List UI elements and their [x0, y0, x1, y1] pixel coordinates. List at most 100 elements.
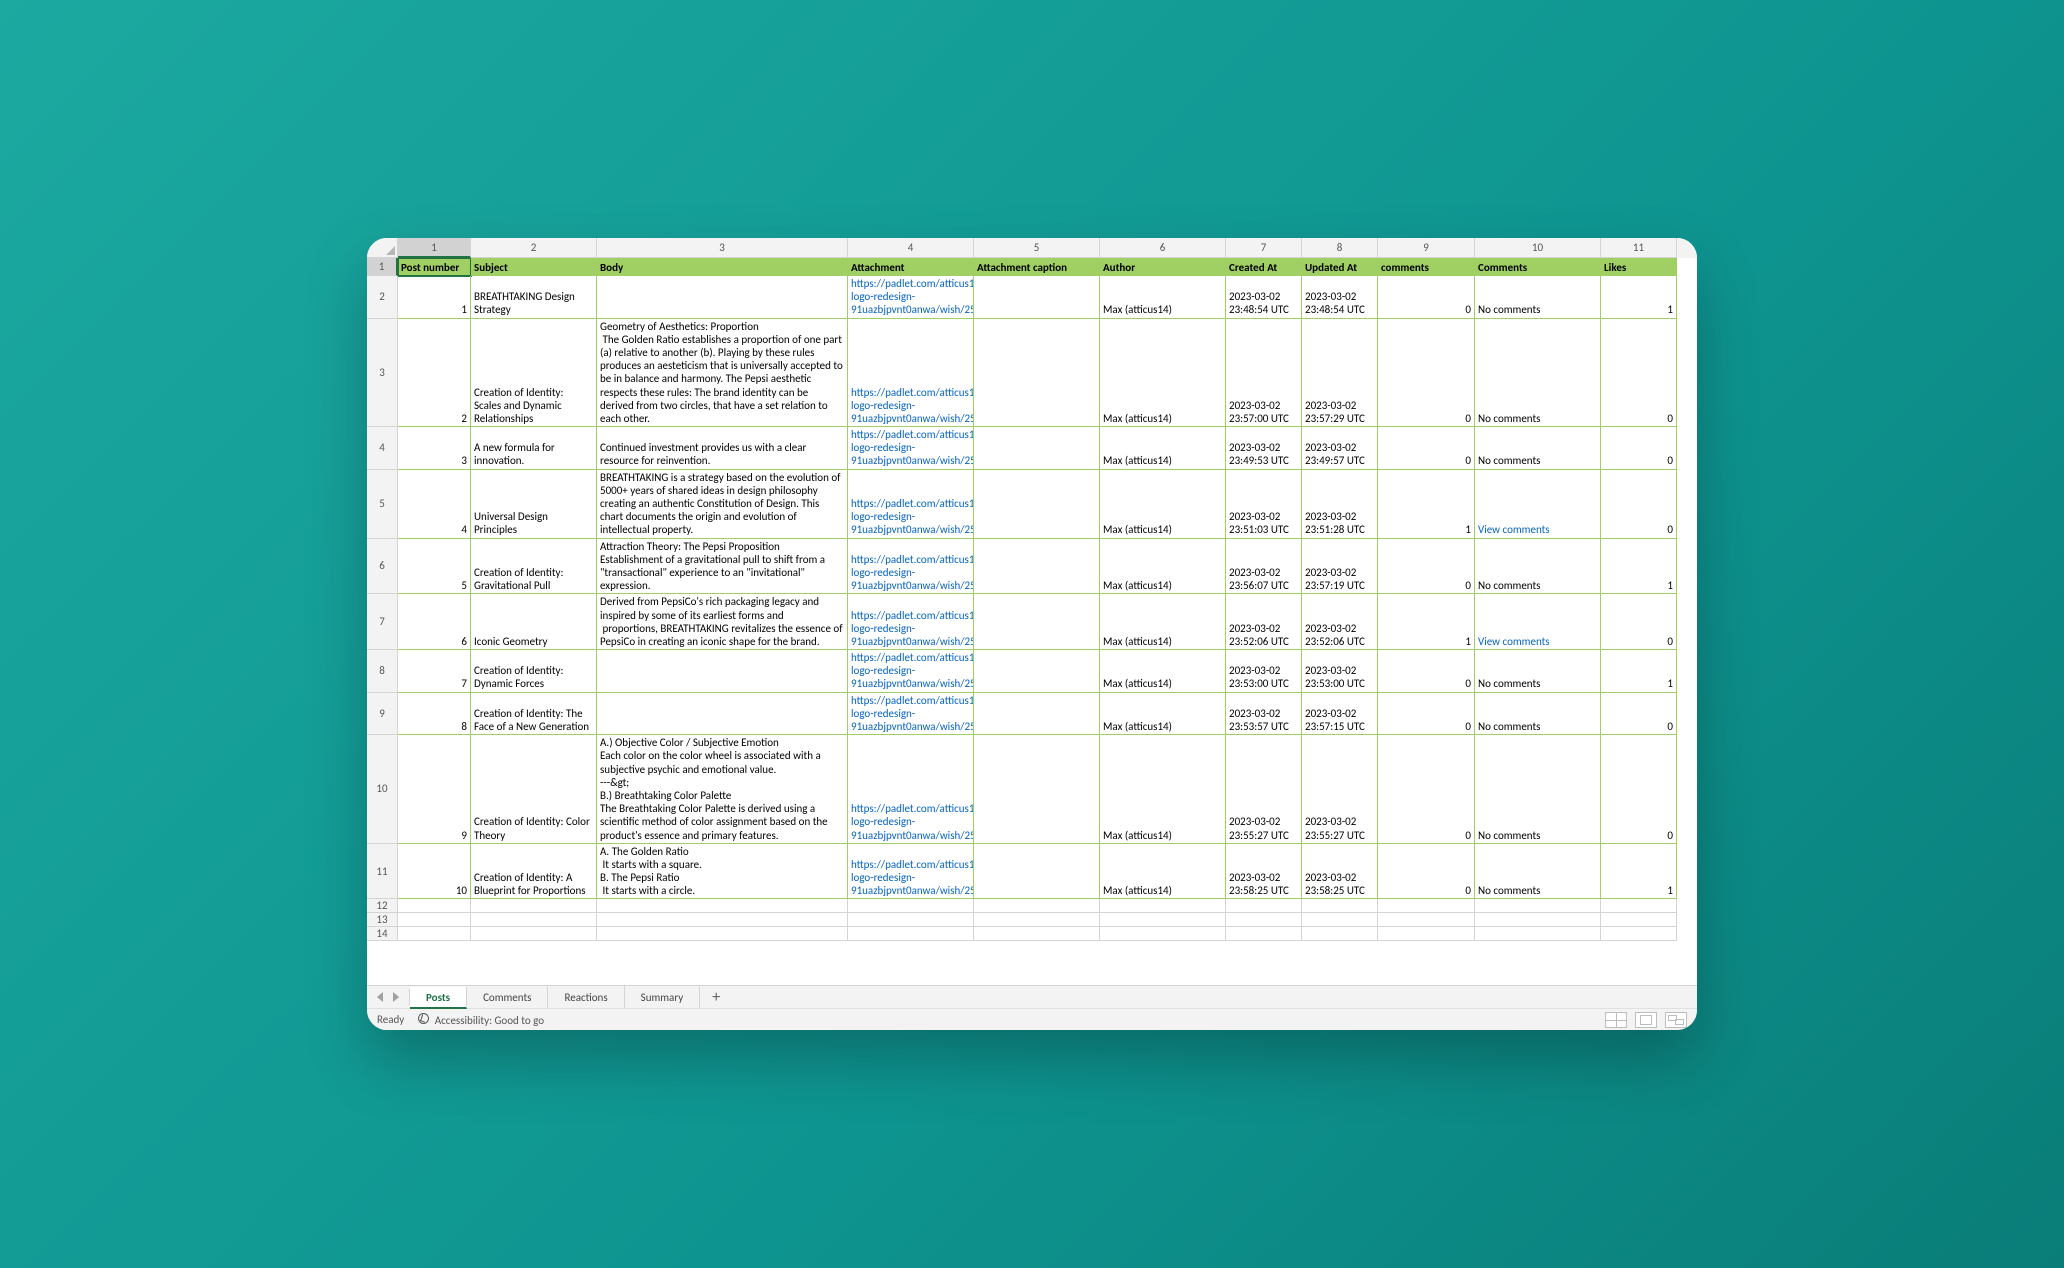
- cell-attachment-caption[interactable]: [974, 427, 1100, 470]
- cell-comments[interactable]: View comments: [1475, 470, 1601, 539]
- cell-author[interactable]: Max (atticus14): [1100, 470, 1226, 539]
- cell-num-comments[interactable]: 0: [1378, 693, 1475, 736]
- cell-author[interactable]: Max (atticus14): [1100, 276, 1226, 319]
- tab-prev-icon[interactable]: [377, 992, 383, 1002]
- empty-cell[interactable]: [1100, 899, 1226, 913]
- cell-attachment-caption[interactable]: [974, 276, 1100, 319]
- cell-body[interactable]: Derived from PepsiCo's rich packaging le…: [597, 594, 848, 650]
- cell-post-number[interactable]: 2: [398, 319, 471, 428]
- cell-post-number[interactable]: 7: [398, 650, 471, 693]
- cell-created-at[interactable]: 2023-03-02 23:56:07 UTC: [1226, 539, 1302, 595]
- cell-attachment-caption[interactable]: [974, 470, 1100, 539]
- sheet-tab-reactions[interactable]: Reactions: [548, 986, 624, 1008]
- empty-cell[interactable]: [848, 913, 974, 927]
- cell-attachment[interactable]: https://padlet.com/atticus14/pepsi-logo-…: [848, 470, 974, 539]
- col-header-1[interactable]: 1: [398, 238, 471, 258]
- empty-cell[interactable]: [398, 913, 471, 927]
- empty-cell[interactable]: [1100, 927, 1226, 941]
- cell-subject[interactable]: BREATHTAKING Design Strategy: [471, 276, 597, 319]
- empty-cell[interactable]: [1302, 913, 1378, 927]
- cell-updated-at[interactable]: 2023-03-02 23:49:57 UTC: [1302, 427, 1378, 470]
- col-header-9[interactable]: 9: [1378, 238, 1475, 258]
- empty-cell[interactable]: [398, 927, 471, 941]
- cell-attachment[interactable]: https://padlet.com/atticus14/pepsi-logo-…: [848, 427, 974, 470]
- empty-cell[interactable]: [974, 927, 1100, 941]
- cell-attachment[interactable]: https://padlet.com/atticus14/pepsi-logo-…: [848, 735, 974, 844]
- cell-body[interactable]: Attraction Theory: The Pepsi Proposition…: [597, 539, 848, 595]
- cell-post-number[interactable]: 4: [398, 470, 471, 539]
- cell-body[interactable]: [597, 276, 848, 319]
- empty-cell[interactable]: [597, 913, 848, 927]
- empty-cell[interactable]: [1302, 899, 1378, 913]
- empty-cell[interactable]: [597, 927, 848, 941]
- cell-likes[interactable]: 0: [1601, 319, 1677, 428]
- cell-created-at[interactable]: 2023-03-02 23:55:27 UTC: [1226, 735, 1302, 844]
- cell-body[interactable]: [597, 693, 848, 736]
- cell-comments[interactable]: No comments: [1475, 650, 1601, 693]
- cell-num-comments[interactable]: 0: [1378, 539, 1475, 595]
- cell-body[interactable]: A.) Objective Color / Subjective Emotion…: [597, 735, 848, 844]
- empty-cell[interactable]: [398, 899, 471, 913]
- cell-num-comments[interactable]: 0: [1378, 844, 1475, 900]
- cell-likes[interactable]: 0: [1601, 735, 1677, 844]
- header-cell-11[interactable]: Likes: [1601, 258, 1677, 276]
- header-cell-2[interactable]: Subject: [471, 258, 597, 276]
- cell-post-number[interactable]: 6: [398, 594, 471, 650]
- cell-likes[interactable]: 0: [1601, 427, 1677, 470]
- header-cell-1[interactable]: Post number: [398, 258, 471, 276]
- row-header-2[interactable]: 2: [367, 276, 398, 319]
- cell-subject[interactable]: Iconic Geometry: [471, 594, 597, 650]
- cell-comments[interactable]: View comments: [1475, 594, 1601, 650]
- cell-post-number[interactable]: 9: [398, 735, 471, 844]
- empty-cell[interactable]: [1302, 927, 1378, 941]
- cell-likes[interactable]: 1: [1601, 844, 1677, 900]
- cell-author[interactable]: Max (atticus14): [1100, 539, 1226, 595]
- row-header-9[interactable]: 9: [367, 693, 398, 736]
- empty-cell[interactable]: [1100, 913, 1226, 927]
- cell-created-at[interactable]: 2023-03-02 23:49:53 UTC: [1226, 427, 1302, 470]
- empty-cell[interactable]: [1378, 913, 1475, 927]
- cell-comments[interactable]: No comments: [1475, 693, 1601, 736]
- cell-created-at[interactable]: 2023-03-02 23:53:00 UTC: [1226, 650, 1302, 693]
- cell-comments[interactable]: No comments: [1475, 276, 1601, 319]
- cell-comments[interactable]: No comments: [1475, 735, 1601, 844]
- cell-updated-at[interactable]: 2023-03-02 23:57:15 UTC: [1302, 693, 1378, 736]
- cell-attachment-caption[interactable]: [974, 650, 1100, 693]
- cell-updated-at[interactable]: 2023-03-02 23:51:28 UTC: [1302, 470, 1378, 539]
- cell-author[interactable]: Max (atticus14): [1100, 693, 1226, 736]
- row-header-5[interactable]: 5: [367, 470, 398, 539]
- view-normal-button[interactable]: [1605, 1012, 1627, 1028]
- cell-attachment-caption[interactable]: [974, 693, 1100, 736]
- empty-cell[interactable]: [1378, 899, 1475, 913]
- col-header-8[interactable]: 8: [1302, 238, 1378, 258]
- cell-likes[interactable]: 1: [1601, 650, 1677, 693]
- cell-likes[interactable]: 1: [1601, 539, 1677, 595]
- cell-subject[interactable]: Creation of Identity: A Blueprint for Pr…: [471, 844, 597, 900]
- add-sheet-button[interactable]: +: [700, 986, 732, 1008]
- cell-attachment[interactable]: https://padlet.com/atticus14/pepsi-logo-…: [848, 650, 974, 693]
- cell-attachment-caption[interactable]: [974, 735, 1100, 844]
- cell-num-comments[interactable]: 0: [1378, 276, 1475, 319]
- empty-cell[interactable]: [471, 913, 597, 927]
- cell-likes[interactable]: 0: [1601, 693, 1677, 736]
- empty-cell[interactable]: [597, 899, 848, 913]
- header-cell-6[interactable]: Author: [1100, 258, 1226, 276]
- sheet-tab-posts[interactable]: Posts: [410, 987, 467, 1009]
- empty-cell[interactable]: [974, 899, 1100, 913]
- select-all-corner[interactable]: [367, 238, 398, 258]
- row-header-1[interactable]: 1: [367, 258, 398, 276]
- cell-subject[interactable]: Creation of Identity: Dynamic Forces: [471, 650, 597, 693]
- empty-cell[interactable]: [1475, 927, 1601, 941]
- cell-attachment[interactable]: https://padlet.com/atticus14/pepsi-logo-…: [848, 594, 974, 650]
- cell-author[interactable]: Max (atticus14): [1100, 427, 1226, 470]
- cell-attachment[interactable]: https://padlet.com/atticus14/pepsi-logo-…: [848, 844, 974, 900]
- empty-cell[interactable]: [1475, 899, 1601, 913]
- cell-body[interactable]: BREATHTAKING is a strategy based on the …: [597, 470, 848, 539]
- cell-subject[interactable]: Creation of Identity: Scales and Dynamic…: [471, 319, 597, 428]
- empty-cell[interactable]: [1226, 927, 1302, 941]
- empty-cell[interactable]: [1601, 899, 1677, 913]
- cell-attachment-caption[interactable]: [974, 594, 1100, 650]
- cell-created-at[interactable]: 2023-03-02 23:57:00 UTC: [1226, 319, 1302, 428]
- cell-subject[interactable]: Creation of Identity: Gravitational Pull: [471, 539, 597, 595]
- empty-cell[interactable]: [471, 927, 597, 941]
